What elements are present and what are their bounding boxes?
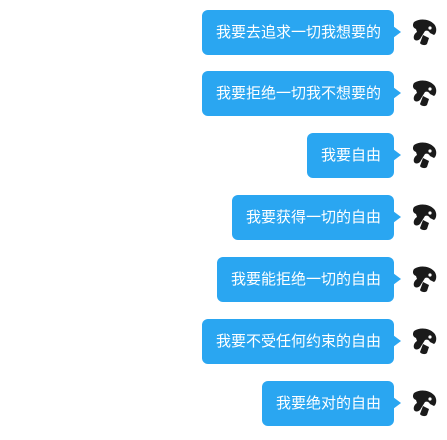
sender-avatar-icon[interactable] bbox=[410, 78, 440, 108]
message-row: 我要不受任何约束的自由 bbox=[201, 317, 447, 365]
message-row: 我要拒绝一切我不想要的 bbox=[201, 69, 447, 117]
message-bubble[interactable]: 我要自由 bbox=[306, 132, 402, 178]
message-row: 我要自由 bbox=[306, 131, 447, 179]
sender-avatar-icon[interactable] bbox=[410, 17, 440, 47]
sender-avatar-icon[interactable] bbox=[410, 140, 440, 170]
message-bubble[interactable]: 我要获得一切的自由 bbox=[231, 194, 402, 240]
sender-avatar-icon[interactable] bbox=[410, 388, 440, 418]
message-bubble[interactable]: 我要绝对的自由 bbox=[261, 380, 402, 426]
message-row: 我要能拒绝一切的自由 bbox=[216, 255, 447, 303]
chat-thread: 我要去追求一切我想要的 我要拒绝一切我不想要的 我要自由 我要获得一切的自由 我… bbox=[0, 0, 447, 440]
sender-avatar-icon[interactable] bbox=[410, 202, 440, 232]
message-bubble[interactable]: 我要拒绝一切我不想要的 bbox=[201, 70, 402, 116]
message-bubble[interactable]: 我要能拒绝一切的自由 bbox=[216, 256, 402, 302]
message-row: 我要绝对的自由 bbox=[261, 379, 447, 427]
message-row: 我要获得一切的自由 bbox=[231, 193, 447, 241]
message-bubble[interactable]: 我要去追求一切我想要的 bbox=[201, 9, 402, 55]
sender-avatar-icon[interactable] bbox=[410, 264, 440, 294]
message-row: 我要去追求一切我想要的 bbox=[201, 8, 447, 56]
message-bubble[interactable]: 我要不受任何约束的自由 bbox=[201, 318, 402, 364]
sender-avatar-icon[interactable] bbox=[410, 326, 440, 356]
